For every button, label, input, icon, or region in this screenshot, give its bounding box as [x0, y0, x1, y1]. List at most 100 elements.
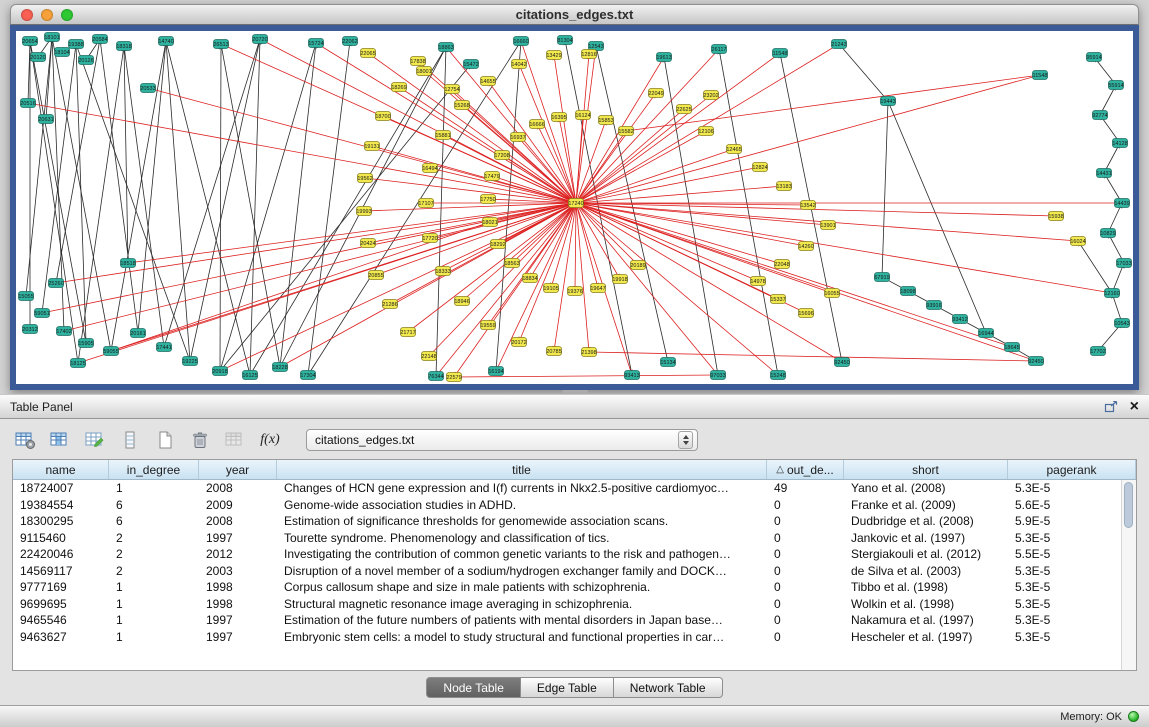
network-node[interactable]: 19443: [880, 97, 895, 106]
network-node[interactable]: 92774: [1092, 111, 1107, 120]
network-edge[interactable]: [128, 203, 576, 263]
network-node[interactable]: 19647: [590, 284, 605, 293]
network-node[interactable]: 20126: [78, 56, 93, 65]
network-node[interactable]: 19918: [612, 275, 627, 284]
network-node[interactable]: 16024: [1070, 237, 1085, 246]
network-node[interactable]: 20120: [30, 53, 45, 62]
network-node[interactable]: 18333: [435, 267, 450, 276]
network-node[interactable]: 81304: [557, 36, 572, 45]
network-node[interactable]: 17750: [480, 195, 495, 204]
network-node[interactable]: 20312: [22, 325, 37, 334]
network-node[interactable]: 18834: [522, 274, 537, 283]
network-node[interactable]: 21243: [831, 40, 846, 49]
network-svg[interactable]: 2065418101193882058418318147402651320720…: [16, 31, 1133, 384]
scrollbar-thumb[interactable]: [1124, 482, 1133, 528]
network-node[interactable]: 59051: [34, 309, 49, 318]
network-node[interactable]: 18101: [44, 33, 59, 42]
table-source-dropdown[interactable]: citations_edges.txt: [306, 429, 698, 451]
network-edge[interactable]: [576, 131, 706, 203]
network-edge[interactable]: [839, 44, 888, 101]
column-header-in_degree[interactable]: in_degree: [109, 460, 199, 479]
network-edge[interactable]: [221, 44, 280, 367]
network-node[interactable]: 18021: [482, 218, 497, 227]
column-mode-button[interactable]: [117, 428, 143, 452]
network-edge[interactable]: [365, 178, 576, 203]
network-edge[interactable]: [1078, 241, 1112, 293]
network-edge[interactable]: [280, 43, 316, 367]
network-node[interactable]: 12106: [698, 127, 713, 136]
network-node[interactable]: 76344: [428, 372, 443, 381]
network-node[interactable]: 22065: [360, 49, 375, 58]
network-node[interactable]: 25260: [48, 279, 63, 288]
network-node[interactable]: 19993: [356, 207, 371, 216]
network-node[interactable]: 15881: [435, 131, 450, 140]
network-edge[interactable]: [576, 203, 589, 352]
network-node[interactable]: 18645: [1004, 343, 1019, 352]
network-node[interactable]: 12816: [581, 50, 596, 59]
network-node[interactable]: 18098: [900, 287, 915, 296]
network-node[interactable]: 15248: [770, 371, 785, 380]
network-edge[interactable]: [576, 54, 589, 203]
network-edge[interactable]: [368, 203, 576, 243]
network-edge[interactable]: [576, 203, 1112, 293]
table-row[interactable]: 1830029562008Estimation of significance …: [13, 513, 1136, 530]
network-node[interactable]: 19559: [480, 321, 495, 330]
network-node[interactable]: 20516: [20, 99, 35, 108]
network-node[interactable]: 21398: [581, 348, 596, 357]
network-node[interactable]: 17402: [56, 327, 71, 336]
network-node[interactable]: 67919: [874, 273, 889, 282]
network-edge[interactable]: [492, 176, 576, 203]
edit-table-button[interactable]: [82, 428, 108, 452]
network-node[interactable]: 18125: [70, 359, 85, 368]
network-edge[interactable]: [376, 203, 576, 275]
select-columns-button[interactable]: [47, 428, 73, 452]
network-node[interactable]: 20720: [252, 35, 267, 44]
network-node[interactable]: 16660: [513, 37, 528, 46]
network-node[interactable]: 19562: [357, 174, 372, 183]
network-edge[interactable]: [719, 49, 778, 375]
network-node[interactable]: 95914: [1086, 53, 1101, 62]
network-node[interactable]: 15582: [618, 127, 633, 136]
network-edge[interactable]: [576, 109, 684, 203]
network-edge[interactable]: [576, 203, 806, 246]
network-node[interactable]: 59055: [103, 347, 118, 356]
network-node[interactable]: 12465: [726, 145, 741, 154]
network-node[interactable]: 15134: [660, 358, 675, 367]
network-node[interactable]: 93916: [926, 301, 941, 310]
network-node[interactable]: 18104: [54, 48, 69, 57]
network-node[interactable]: 19613: [656, 53, 671, 62]
network-edge[interactable]: [164, 39, 260, 347]
network-edge[interactable]: [882, 101, 888, 277]
network-edge[interactable]: [576, 53, 780, 203]
network-node[interactable]: 18228: [272, 363, 287, 372]
network-edge[interactable]: [576, 44, 839, 203]
network-node[interactable]: 17720: [422, 234, 437, 243]
network-edge[interactable]: [576, 203, 1012, 347]
network-node[interactable]: 92450: [834, 358, 849, 367]
network-node[interactable]: 14740: [158, 37, 173, 46]
column-header-out_de[interactable]: △out_de...: [767, 460, 844, 479]
network-node[interactable]: 22148: [421, 352, 436, 361]
network-node[interactable]: 10543: [1114, 319, 1129, 328]
minimize-window-button[interactable]: [41, 9, 53, 21]
network-node[interactable]: 23202: [703, 91, 718, 100]
network-edge[interactable]: [576, 203, 1036, 361]
network-node[interactable]: 15853: [598, 116, 613, 125]
network-node[interactable]: 18292: [490, 240, 505, 249]
network-node[interactable]: 14431: [1096, 169, 1111, 178]
network-node[interactable]: 20161: [130, 329, 145, 338]
table-row[interactable]: 969969511998Structural magnetic resonanc…: [13, 596, 1136, 613]
network-node[interactable]: 12754: [444, 85, 459, 94]
network-node[interactable]: 19388: [68, 40, 83, 49]
column-header-name[interactable]: name: [13, 460, 109, 479]
network-edge[interactable]: [576, 167, 760, 203]
delete-table-button[interactable]: [187, 428, 213, 452]
network-node[interactable]: 12160: [1104, 289, 1119, 298]
network-edge[interactable]: [111, 41, 166, 351]
network-node[interactable]: 92450: [1028, 357, 1043, 366]
network-node[interactable]: 21286: [382, 300, 397, 309]
network-node[interactable]: 93412: [952, 315, 967, 324]
network-node[interactable]: 20855: [368, 271, 383, 280]
network-node[interactable]: 26117: [712, 45, 727, 54]
tab-node-table[interactable]: Node Table: [426, 677, 521, 698]
